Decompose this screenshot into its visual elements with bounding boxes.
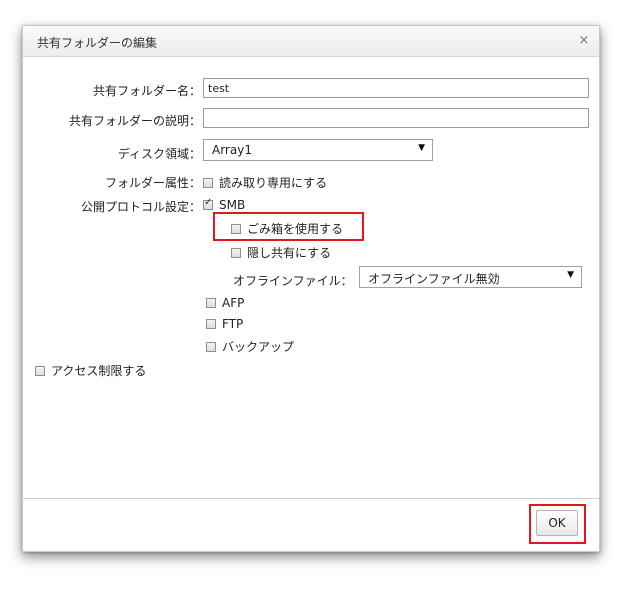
access-restriction-label: アクセス制限する — [51, 364, 147, 378]
backup-checkbox[interactable] — [206, 342, 216, 352]
folder-name-label: 共有フォルダー名： — [92, 84, 201, 98]
folder-name-input[interactable] — [203, 78, 589, 98]
dialog-titlebar[interactable]: 共有フォルダーの編集 × — [23, 26, 599, 57]
afp-label: AFP — [222, 296, 245, 310]
backup-label: バックアップ — [222, 340, 295, 354]
access-restriction-checkbox-row[interactable]: アクセス制限する — [35, 362, 146, 379]
offline-files-select[interactable]: オフラインファイル無効 ▼ — [359, 266, 582, 288]
ok-button[interactable]: OK — [536, 510, 578, 536]
trash-label: ごみ箱を使用する — [247, 222, 344, 236]
hidden-share-checkbox[interactable] — [231, 248, 241, 258]
folder-description-input[interactable] — [203, 108, 589, 128]
close-icon[interactable]: × — [577, 34, 591, 48]
smb-checkbox[interactable] — [203, 197, 213, 210]
afp-checkbox-row[interactable]: AFP — [206, 296, 244, 310]
disk-area-select[interactable]: Array1 ▼ — [203, 139, 433, 161]
smb-checkbox-row[interactable]: SMB — [203, 197, 246, 212]
readonly-checkbox-row[interactable]: 読み取り専用にする — [203, 174, 327, 191]
trash-checkbox[interactable] — [231, 224, 241, 234]
ftp-checkbox-row[interactable]: FTP — [206, 317, 243, 331]
dropdown-arrow-icon: ▼ — [567, 270, 574, 280]
disk-area-label: ディスク領域： — [117, 147, 201, 161]
ftp-checkbox[interactable] — [206, 319, 216, 329]
folder-description-label: 共有フォルダーの説明： — [68, 114, 201, 128]
backup-checkbox-row[interactable]: バックアップ — [206, 338, 294, 355]
smb-label: SMB — [219, 198, 246, 212]
readonly-checkbox[interactable] — [203, 178, 213, 188]
trash-checkbox-row[interactable]: ごみ箱を使用する — [231, 220, 343, 237]
edit-shared-folder-dialog: 共有フォルダーの編集 × 共有フォルダー名： 共有フォルダーの説明： ディスク領… — [22, 25, 600, 552]
disk-area-value: Array1 — [212, 143, 252, 157]
footer-divider — [23, 498, 599, 499]
hidden-share-checkbox-row[interactable]: 隠し共有にする — [231, 244, 331, 261]
afp-checkbox[interactable] — [206, 298, 216, 308]
protocol-settings-label: 公開プロトコル設定： — [80, 200, 201, 214]
readonly-label: 読み取り専用にする — [219, 176, 328, 190]
folder-attribute-label: フォルダー属性： — [104, 176, 201, 190]
hidden-share-label: 隠し共有にする — [247, 246, 332, 260]
dialog-title: 共有フォルダーの編集 — [37, 36, 158, 50]
offline-files-label: オフラインファイル： — [233, 274, 353, 288]
access-restriction-checkbox[interactable] — [35, 366, 45, 376]
dropdown-arrow-icon: ▼ — [418, 143, 425, 153]
offline-files-value: オフラインファイル無効 — [368, 272, 500, 286]
ftp-label: FTP — [222, 317, 244, 331]
